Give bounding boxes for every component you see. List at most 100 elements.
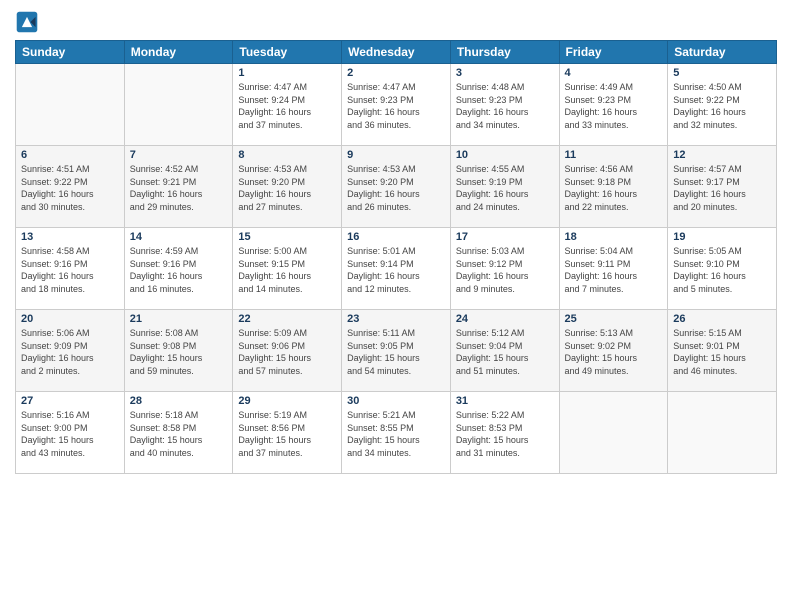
- day-number: 18: [565, 231, 663, 243]
- day-info: Sunrise: 5:19 AM Sunset: 8:56 PM Dayligh…: [238, 409, 336, 459]
- calendar-cell: 9 Sunrise: 4:53 AM Sunset: 9:20 PM Daylig…: [342, 146, 451, 228]
- calendar-cell: 16Sunrise: 5:01 AM Sunset: 9:14 PM Dayli…: [342, 228, 451, 310]
- day-info: Sunrise: 5:08 AM Sunset: 9:08 PM Dayligh…: [130, 327, 228, 377]
- day-info: Sunrise: 4:55 AM Sunset: 9:19 PM Dayligh…: [456, 163, 554, 213]
- weekday-header-friday: Friday: [559, 41, 668, 64]
- weekday-header-monday: Monday: [124, 41, 233, 64]
- calendar-cell: [668, 392, 777, 474]
- calendar-cell: 2Sunrise: 4:47 AM Sunset: 9:23 PM Daylig…: [342, 64, 451, 146]
- day-info: Sunrise: 4:56 AM Sunset: 9:18 PM Dayligh…: [565, 163, 663, 213]
- day-number: 20: [21, 313, 119, 325]
- day-info: Sunrise: 4:48 AM Sunset: 9:23 PM Dayligh…: [456, 81, 554, 131]
- day-info: Sunrise: 4:47 AM Sunset: 9:24 PM Dayligh…: [238, 81, 336, 131]
- day-number: 23: [347, 313, 445, 325]
- day-number: 24: [456, 313, 554, 325]
- day-info: Sunrise: 5:16 AM Sunset: 9:00 PM Dayligh…: [21, 409, 119, 459]
- day-number: 31: [456, 395, 554, 407]
- day-info: Sunrise: 5:12 AM Sunset: 9:04 PM Dayligh…: [456, 327, 554, 377]
- calendar-cell: 30Sunrise: 5:21 AM Sunset: 8:55 PM Dayli…: [342, 392, 451, 474]
- day-info: Sunrise: 5:06 AM Sunset: 9:09 PM Dayligh…: [21, 327, 119, 377]
- day-number: 21: [130, 313, 228, 325]
- weekday-header-sunday: Sunday: [16, 41, 125, 64]
- day-number: 9: [347, 149, 445, 161]
- calendar-cell: 27 Sunrise: 5:16 AM Sunset: 9:00 PM Dayli…: [16, 392, 125, 474]
- day-number: 22: [238, 313, 336, 325]
- day-info: Sunrise: 5:01 AM Sunset: 9:14 PM Dayligh…: [347, 245, 445, 295]
- day-info: Sunrise: 5:15 AM Sunset: 9:01 PM Dayligh…: [673, 327, 771, 377]
- weekday-header-wednesday: Wednesday: [342, 41, 451, 64]
- calendar-cell: 13Sunrise: 4:58 AM Sunset: 9:16 PM Dayli…: [16, 228, 125, 310]
- calendar-cell: 8 Sunrise: 4:53 AM Sunset: 9:20 PM Daylig…: [233, 146, 342, 228]
- day-number: 15: [238, 231, 336, 243]
- day-number: 27: [21, 395, 119, 407]
- calendar-cell: 31Sunrise: 5:22 AM Sunset: 8:53 PM Dayli…: [450, 392, 559, 474]
- day-info: Sunrise: 5:05 AM Sunset: 9:10 PM Dayligh…: [673, 245, 771, 295]
- day-info: Sunrise: 4:57 AM Sunset: 9:17 PM Dayligh…: [673, 163, 771, 213]
- calendar-cell: 5 Sunrise: 4:50 AM Sunset: 9:22 PM Daylig…: [668, 64, 777, 146]
- calendar-cell: 18 Sunrise: 5:04 AM Sunset: 9:11 PM Dayli…: [559, 228, 668, 310]
- calendar-body: 1 Sunrise: 4:47 AM Sunset: 9:24 PM Daylig…: [16, 64, 777, 474]
- calendar-cell: 4 Sunrise: 4:49 AM Sunset: 9:23 PM Daylig…: [559, 64, 668, 146]
- day-number: 30: [347, 395, 445, 407]
- day-number: 5: [673, 67, 771, 79]
- calendar-cell: 15 Sunrise: 5:00 AM Sunset: 9:15 PM Dayli…: [233, 228, 342, 310]
- day-number: 6: [21, 149, 119, 161]
- day-number: 7: [130, 149, 228, 161]
- calendar-cell: [124, 64, 233, 146]
- calendar-cell: 14 Sunrise: 4:59 AM Sunset: 9:16 PM Dayli…: [124, 228, 233, 310]
- weekday-header-tuesday: Tuesday: [233, 41, 342, 64]
- day-number: 26: [673, 313, 771, 325]
- day-number: 14: [130, 231, 228, 243]
- day-info: Sunrise: 5:09 AM Sunset: 9:06 PM Dayligh…: [238, 327, 336, 377]
- calendar-cell: 22 Sunrise: 5:09 AM Sunset: 9:06 PM Dayli…: [233, 310, 342, 392]
- logo-icon: [15, 10, 39, 34]
- day-info: Sunrise: 4:59 AM Sunset: 9:16 PM Dayligh…: [130, 245, 228, 295]
- day-number: 1: [238, 67, 336, 79]
- calendar-cell: [559, 392, 668, 474]
- calendar-cell: 11Sunrise: 4:56 AM Sunset: 9:18 PM Dayli…: [559, 146, 668, 228]
- day-number: 28: [130, 395, 228, 407]
- calendar-header: SundayMondayTuesdayWednesdayThursdayFrid…: [16, 41, 777, 64]
- calendar-cell: 26 Sunrise: 5:15 AM Sunset: 9:01 PM Dayli…: [668, 310, 777, 392]
- calendar-cell: 21 Sunrise: 5:08 AM Sunset: 9:08 PM Dayli…: [124, 310, 233, 392]
- calendar-week-4: 20 Sunrise: 5:06 AM Sunset: 9:09 PM Dayli…: [16, 310, 777, 392]
- day-info: Sunrise: 5:04 AM Sunset: 9:11 PM Dayligh…: [565, 245, 663, 295]
- day-number: 2: [347, 67, 445, 79]
- calendar-cell: 3Sunrise: 4:48 AM Sunset: 9:23 PM Daylig…: [450, 64, 559, 146]
- calendar-cell: 28 Sunrise: 5:18 AM Sunset: 8:58 PM Dayli…: [124, 392, 233, 474]
- calendar-cell: 6 Sunrise: 4:51 AM Sunset: 9:22 PM Daylig…: [16, 146, 125, 228]
- calendar-week-3: 13Sunrise: 4:58 AM Sunset: 9:16 PM Dayli…: [16, 228, 777, 310]
- day-number: 19: [673, 231, 771, 243]
- day-info: Sunrise: 4:52 AM Sunset: 9:21 PM Dayligh…: [130, 163, 228, 213]
- day-number: 25: [565, 313, 663, 325]
- day-info: Sunrise: 4:51 AM Sunset: 9:22 PM Dayligh…: [21, 163, 119, 213]
- day-info: Sunrise: 4:50 AM Sunset: 9:22 PM Dayligh…: [673, 81, 771, 131]
- day-number: 12: [673, 149, 771, 161]
- calendar-cell: 10 Sunrise: 4:55 AM Sunset: 9:19 PM Dayli…: [450, 146, 559, 228]
- day-number: 29: [238, 395, 336, 407]
- calendar-cell: 17Sunrise: 5:03 AM Sunset: 9:12 PM Dayli…: [450, 228, 559, 310]
- calendar-cell: 20 Sunrise: 5:06 AM Sunset: 9:09 PM Dayli…: [16, 310, 125, 392]
- day-info: Sunrise: 4:58 AM Sunset: 9:16 PM Dayligh…: [21, 245, 119, 295]
- day-number: 8: [238, 149, 336, 161]
- day-info: Sunrise: 4:53 AM Sunset: 9:20 PM Dayligh…: [347, 163, 445, 213]
- calendar-cell: [16, 64, 125, 146]
- calendar-cell: 7 Sunrise: 4:52 AM Sunset: 9:21 PM Daylig…: [124, 146, 233, 228]
- calendar-table: SundayMondayTuesdayWednesdayThursdayFrid…: [15, 40, 777, 474]
- calendar-week-2: 6 Sunrise: 4:51 AM Sunset: 9:22 PM Daylig…: [16, 146, 777, 228]
- day-info: Sunrise: 5:00 AM Sunset: 9:15 PM Dayligh…: [238, 245, 336, 295]
- day-number: 4: [565, 67, 663, 79]
- day-info: Sunrise: 4:53 AM Sunset: 9:20 PM Dayligh…: [238, 163, 336, 213]
- page: SundayMondayTuesdayWednesdayThursdayFrid…: [0, 0, 792, 612]
- header: [15, 10, 777, 34]
- weekday-header-saturday: Saturday: [668, 41, 777, 64]
- calendar-cell: 23 Sunrise: 5:11 AM Sunset: 9:05 PM Dayli…: [342, 310, 451, 392]
- day-info: Sunrise: 5:18 AM Sunset: 8:58 PM Dayligh…: [130, 409, 228, 459]
- day-info: Sunrise: 4:49 AM Sunset: 9:23 PM Dayligh…: [565, 81, 663, 131]
- day-number: 10: [456, 149, 554, 161]
- weekday-header-thursday: Thursday: [450, 41, 559, 64]
- day-info: Sunrise: 5:11 AM Sunset: 9:05 PM Dayligh…: [347, 327, 445, 377]
- calendar-cell: 19 Sunrise: 5:05 AM Sunset: 9:10 PM Dayli…: [668, 228, 777, 310]
- day-number: 17: [456, 231, 554, 243]
- calendar-cell: 1 Sunrise: 4:47 AM Sunset: 9:24 PM Daylig…: [233, 64, 342, 146]
